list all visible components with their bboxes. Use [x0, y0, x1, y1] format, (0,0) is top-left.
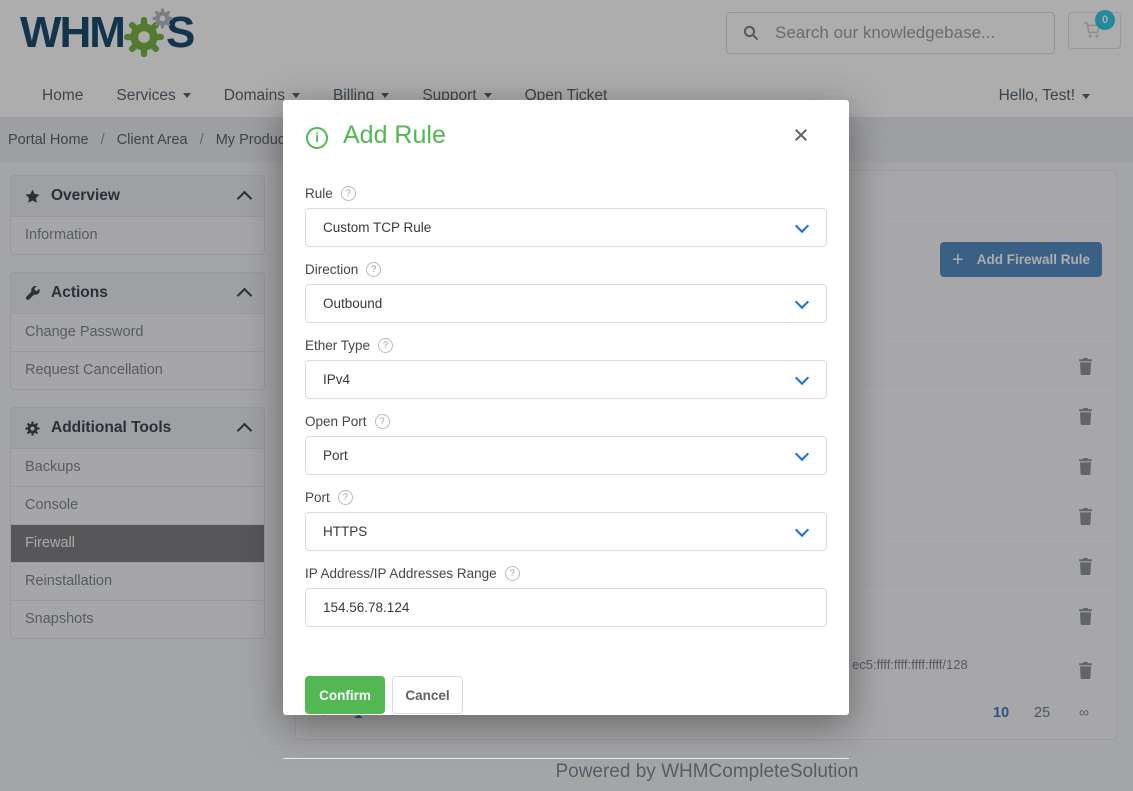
chevron-down-icon: [795, 523, 809, 537]
chevron-down-icon: [795, 371, 809, 385]
field-rule: Rule? Custom TCP Rule: [305, 185, 827, 247]
ip-address-box: [305, 588, 827, 627]
info-icon: i: [306, 127, 328, 149]
page: WHM S 0 Home Services Domains Billing Su…: [0, 0, 1133, 791]
field-ether-type: Ether Type? IPv4: [305, 337, 827, 399]
modal-footer-divider: [283, 758, 849, 759]
help-icon[interactable]: ?: [338, 490, 353, 505]
help-icon[interactable]: ?: [505, 566, 520, 581]
ip-address-input[interactable]: [306, 589, 826, 626]
modal-title: Add Rule: [343, 121, 446, 150]
help-icon[interactable]: ?: [341, 186, 356, 201]
direction-select[interactable]: Outbound: [305, 284, 827, 323]
field-open-port: Open Port? Port: [305, 413, 827, 475]
chevron-down-icon: [795, 219, 809, 233]
help-icon[interactable]: ?: [366, 262, 381, 277]
ether-type-select[interactable]: IPv4: [305, 360, 827, 399]
field-direction: Direction? Outbound: [305, 261, 827, 323]
help-icon[interactable]: ?: [378, 338, 393, 353]
rule-select[interactable]: Custom TCP Rule: [305, 208, 827, 247]
open-port-select[interactable]: Port: [305, 436, 827, 475]
field-port: Port? HTTPS: [305, 489, 827, 551]
field-ip-address: IP Address/IP Addresses Range?: [305, 565, 827, 627]
chevron-down-icon: [795, 447, 809, 461]
port-select[interactable]: HTTPS: [305, 512, 827, 551]
add-rule-modal: i Add Rule × Rule? Custom TCP Rule Direc…: [283, 100, 849, 715]
cancel-button[interactable]: Cancel: [392, 676, 463, 714]
help-icon[interactable]: ?: [375, 414, 390, 429]
confirm-button[interactable]: Confirm: [305, 676, 385, 714]
close-icon[interactable]: ×: [783, 118, 819, 152]
chevron-down-icon: [795, 295, 809, 309]
